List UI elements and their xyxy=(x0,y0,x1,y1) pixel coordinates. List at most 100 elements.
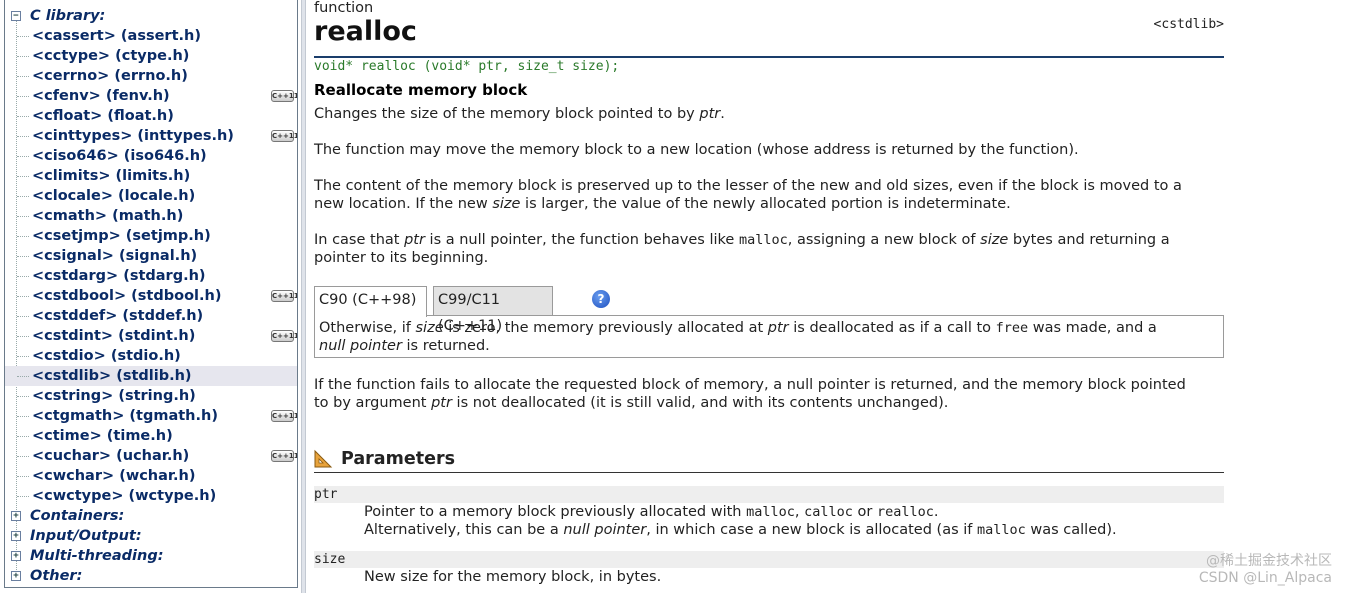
tree-item[interactable]: <cwctype> (wctype.h) xyxy=(5,486,297,506)
tree-item-label[interactable]: <cinttypes> (inttypes.h) xyxy=(32,128,234,144)
malloc-link[interactable]: malloc xyxy=(739,232,788,248)
tree-category-label[interactable]: Containers: xyxy=(30,508,124,524)
tree-item[interactable]: <cstdarg> (stdarg.h) xyxy=(5,266,297,286)
header-link[interactable]: <cstdlib> xyxy=(1154,17,1224,32)
tree-category-label[interactable]: Multi-threading: xyxy=(30,548,164,564)
tree-item[interactable]: <csetjmp> (setjmp.h) xyxy=(5,226,297,246)
watermark: @稀土掘金技术社区 CSDN @Lin_Alpaca xyxy=(1198,553,1332,586)
tree-connector xyxy=(17,156,29,157)
tree-item[interactable]: <climits> (limits.h) xyxy=(5,166,297,186)
section-heading: Parameters xyxy=(341,449,455,469)
cxx11-badge-icon: C++11 xyxy=(271,410,298,422)
tree-category-label[interactable]: Other: xyxy=(30,568,82,584)
tree-item[interactable]: <cfloat> (float.h) xyxy=(5,106,297,126)
calloc-link[interactable]: calloc xyxy=(804,504,853,520)
tree-category-label[interactable]: Input/Output: xyxy=(30,528,142,544)
tree-category-label[interactable]: C library: xyxy=(30,8,105,24)
tree-item[interactable]: <cinttypes> (inttypes.h) C++11 xyxy=(5,126,297,146)
tree-item-label[interactable]: <cmath> (math.h) xyxy=(32,208,183,224)
entity-kind: function xyxy=(314,0,374,16)
tree-connector xyxy=(17,416,29,417)
tree-item[interactable]: <cstring> (string.h) xyxy=(5,386,297,406)
expand-icon[interactable]: + xyxy=(11,551,21,561)
cxx11-badge-icon: C++11 xyxy=(271,130,298,142)
tree-item-label[interactable]: <csignal> (signal.h) xyxy=(32,248,197,264)
malloc-link[interactable]: malloc xyxy=(746,504,795,520)
tree-item-label[interactable]: <ctime> (time.h) xyxy=(32,428,173,444)
malloc-link[interactable]: malloc xyxy=(977,522,1026,538)
expand-icon[interactable]: + xyxy=(11,511,21,521)
tree-item[interactable]: <ctgmath> (tgmath.h) C++11 xyxy=(5,406,297,426)
tree-item-label[interactable]: <cassert> (assert.h) xyxy=(32,28,201,44)
tree-item[interactable]: <cstdint> (stdint.h) C++11 xyxy=(5,326,297,346)
tree-item[interactable]: <cassert> (assert.h) xyxy=(5,26,297,46)
reference-content: function realloc <cstdlib> void* realloc… xyxy=(314,0,1224,593)
tree-category[interactable]: + Containers: xyxy=(5,506,297,526)
tab-c99-c11[interactable]: C99/C11 (C++11) xyxy=(433,286,553,334)
free-link[interactable]: free xyxy=(996,320,1029,336)
tree-item[interactable]: <cstdbool> (stdbool.h) C++11 xyxy=(5,286,297,306)
tree-item[interactable]: <cmath> (math.h) xyxy=(5,206,297,226)
tree-item-label[interactable]: <cstdint> (stdint.h) xyxy=(32,328,195,344)
tree-item-label[interactable]: <ciso646> (iso646.h) xyxy=(32,148,207,164)
realloc-link[interactable]: realloc xyxy=(877,504,934,520)
tree-item-label[interactable]: <cctype> (ctype.h) xyxy=(32,48,189,64)
param-name: size xyxy=(314,551,1224,568)
collapse-icon[interactable]: − xyxy=(11,11,21,21)
tree-connector xyxy=(17,316,29,317)
tree-item-label[interactable]: <cerrno> (errno.h) xyxy=(32,68,188,84)
description-paragraph: If the function fails to allocate the re… xyxy=(314,377,1186,411)
tree-item[interactable]: <csignal> (signal.h) xyxy=(5,246,297,266)
tab-panel: Otherwise, if size is zero, the memory p… xyxy=(314,315,1224,358)
param-description: New size for the memory block, in bytes. xyxy=(364,569,662,585)
tree-category[interactable]: + Multi-threading: xyxy=(5,546,297,566)
tree-item-label[interactable]: <cstdarg> (stdarg.h) xyxy=(32,268,206,284)
cxx11-badge-icon: C++11 xyxy=(271,290,298,302)
tree-item-label[interactable]: <cstdio> (stdio.h) xyxy=(32,348,181,364)
tree-connector xyxy=(17,476,29,477)
function-prototype: void* realloc (void* ptr, size_t size); xyxy=(314,59,620,74)
tree-item-label[interactable]: <cstdlib> (stdlib.h) xyxy=(32,368,192,384)
tree-item[interactable]: <cfenv> (fenv.h) C++11 xyxy=(5,86,297,106)
tree-category[interactable]: + Other: xyxy=(5,566,297,586)
tree-item-label[interactable]: <climits> (limits.h) xyxy=(32,168,190,184)
expand-icon[interactable]: + xyxy=(11,531,21,541)
expand-icon[interactable]: + xyxy=(11,571,21,581)
tree-item-label[interactable]: <csetjmp> (setjmp.h) xyxy=(32,228,211,244)
tree-item[interactable]: <cstddef> (stddef.h) xyxy=(5,306,297,326)
tree-category-c-library[interactable]: − C library: xyxy=(5,6,297,26)
description-paragraph: Changes the size of the memory block poi… xyxy=(314,106,725,122)
tree-item[interactable]: <cstdio> (stdio.h) xyxy=(5,346,297,366)
ruler-icon xyxy=(314,449,333,468)
description-paragraph: The function may move the memory block t… xyxy=(314,142,1079,158)
tab-c90[interactable]: C90 (C++98) xyxy=(314,286,427,317)
tree-item-label[interactable]: <clocale> (locale.h) xyxy=(32,188,195,204)
cxx11-badge-icon: C++11 xyxy=(271,450,298,462)
tree-item[interactable]: <clocale> (locale.h) xyxy=(5,186,297,206)
tree-item[interactable]: <ctime> (time.h) xyxy=(5,426,297,446)
tree-item-label[interactable]: <cstdbool> (stdbool.h) xyxy=(32,288,221,304)
tree-item-label[interactable]: <cfenv> (fenv.h) xyxy=(32,88,170,104)
tree-item[interactable]: <ciso646> (iso646.h) xyxy=(5,146,297,166)
page-title: realloc xyxy=(314,16,417,47)
tree-connector xyxy=(17,336,29,337)
tree-connector xyxy=(17,256,29,257)
tree-item-label[interactable]: <cwctype> (wctype.h) xyxy=(32,488,216,504)
tree-item[interactable]: <cctype> (ctype.h) xyxy=(5,46,297,66)
tree-item-label[interactable]: <cfloat> (float.h) xyxy=(32,108,174,124)
tree-item-label[interactable]: <cstddef> (stddef.h) xyxy=(32,308,203,324)
tree-item-label[interactable]: <ctgmath> (tgmath.h) xyxy=(32,408,218,424)
help-icon[interactable]: ? xyxy=(592,290,610,308)
tree-item[interactable]: <cuchar> (uchar.h) C++11 xyxy=(5,446,297,466)
tree-item[interactable]: <cwchar> (wchar.h) xyxy=(5,466,297,486)
tree-item-label[interactable]: <cuchar> (uchar.h) xyxy=(32,448,189,464)
pane-splitter[interactable] xyxy=(301,0,306,593)
tree-connector xyxy=(17,356,29,357)
tree-connector xyxy=(17,296,29,297)
tree-item[interactable]: <cerrno> (errno.h) xyxy=(5,66,297,86)
tree-item-label[interactable]: <cstring> (string.h) xyxy=(32,388,196,404)
tree-category[interactable]: + Input/Output: xyxy=(5,526,297,546)
tree-connector xyxy=(17,116,29,117)
tree-item-label[interactable]: <cwchar> (wchar.h) xyxy=(32,468,195,484)
tree-item[interactable]: <cstdlib> (stdlib.h) xyxy=(5,366,297,386)
